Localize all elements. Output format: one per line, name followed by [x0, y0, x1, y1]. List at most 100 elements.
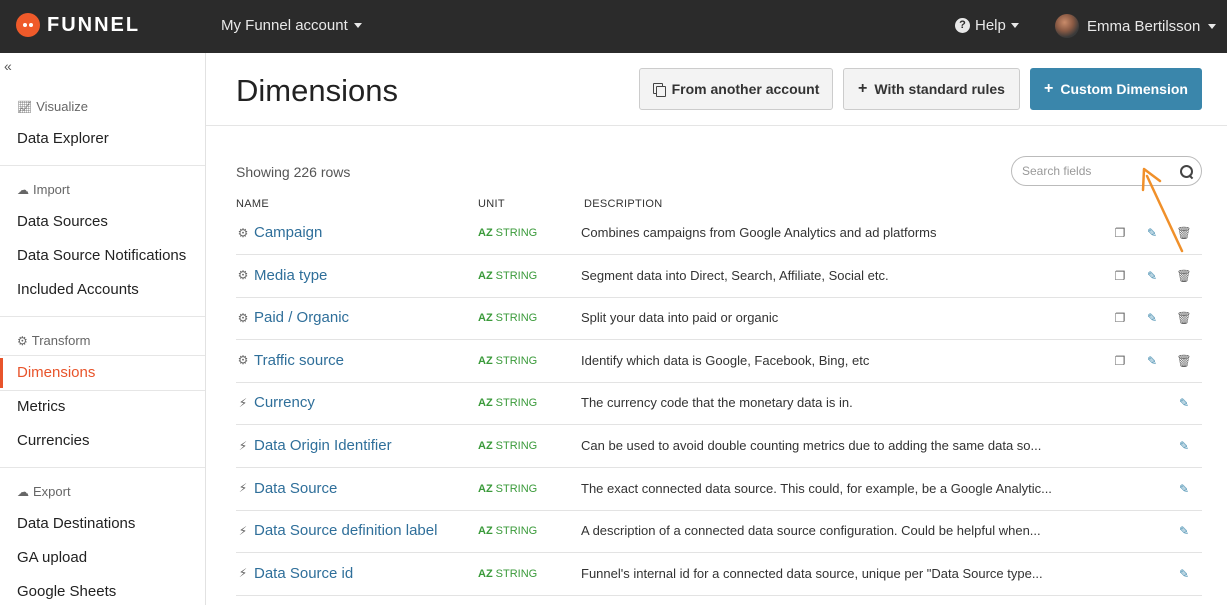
row-actions: ❐ ✎ 🗑︎ [1112, 311, 1192, 325]
from-another-account-button[interactable]: From another account [639, 68, 833, 110]
cloud-upload-icon: ☁ [17, 182, 29, 197]
plus-icon: + [1044, 80, 1054, 97]
sidebar-section-transform: ⚙ Transform [17, 333, 91, 348]
dimension-description: Identify which data is Google, Facebook,… [581, 352, 870, 368]
avatar [1055, 14, 1079, 38]
chevron-down-icon [1010, 23, 1019, 28]
table-row[interactable]: ⚙ Paid / Organic AZ STRING Split your data i… [236, 297, 1202, 341]
unit-badge: AZ STRING [478, 227, 538, 239]
top-bar: FUNNEL My Funnel account ? Help Emma Ber… [0, 0, 1227, 53]
column-header-name: NAME [236, 198, 269, 210]
annotation-arrow [1141, 167, 1184, 253]
row-actions: ✎ [1176, 567, 1192, 581]
table-row[interactable]: ⚙ Traffic source AZ STRING Identify which da… [236, 340, 1202, 383]
sidebar-divider [0, 355, 205, 356]
unit-badge: AZ STRING [478, 312, 538, 325]
sidebar-section-import: ☁ Import [17, 182, 70, 197]
trash-icon[interactable]: 🗑︎ [1176, 311, 1192, 325]
sidebar-divider [0, 316, 205, 317]
funnel-logo[interactable]: FUNNEL [16, 13, 140, 37]
pencil-icon[interactable]: ✎ [1176, 567, 1192, 581]
copy-icon [652, 82, 666, 97]
unit-badge: AZ STRING [478, 269, 538, 282]
dimension-name-link[interactable]: ⚙ Campaign [236, 224, 323, 241]
plug-icon: ⚡︎ [238, 395, 248, 410]
table-row[interactable]: ⚡︎ Currency AZ STRING The currency code that… [236, 382, 1202, 426]
main-content: Dimensions From another account + With s… [206, 53, 1227, 605]
sidebar: « 📈︎ Visualize Data Explorer ☁ Import Da… [0, 53, 206, 605]
chevron-down-icon [1208, 23, 1217, 29]
dimension-description: Can be used to avoid double counting met… [581, 438, 1042, 453]
trash-icon[interactable]: 🗑︎ [1176, 269, 1192, 283]
account-switcher[interactable]: My Funnel account [221, 17, 362, 34]
pencil-icon[interactable]: ✎ [1176, 439, 1192, 453]
sidebar-item-dimensions[interactable]: Dimensions [0, 358, 205, 388]
sidebar-item-metrics[interactable]: Metrics [0, 392, 205, 422]
help-menu[interactable]: ? Help [955, 17, 1019, 34]
pencil-icon[interactable]: ✎ [1144, 354, 1160, 368]
sidebar-item-data-explorer[interactable]: Data Explorer [0, 124, 205, 154]
dimension-name-link[interactable]: ⚡︎ Data Source [236, 480, 338, 497]
collapse-sidebar-icon[interactable]: « [4, 58, 12, 74]
plug-icon: ⚡︎ [238, 481, 248, 496]
sidebar-item-data-sources[interactable]: Data Sources [0, 207, 205, 237]
sidebar-section-visualize: 📈︎ Visualize [17, 99, 89, 114]
copy-icon[interactable]: ❐ [1112, 354, 1128, 368]
sidebar-item-currencies[interactable]: Currencies [0, 426, 205, 456]
plus-icon: + [858, 80, 868, 97]
table-row[interactable]: ⚙ Campaign AZ STRING Combines campaigns from… [236, 212, 1202, 255]
dimension-name-link[interactable]: ⚙ Paid / Organic [236, 309, 349, 326]
dimension-name-link[interactable]: ⚙ Media type [236, 267, 328, 284]
chevron-down-icon [353, 23, 362, 28]
sidebar-item-data-destinations[interactable]: Data Destinations [0, 509, 205, 539]
sidebar-item-google-sheets[interactable]: Google Sheets [0, 577, 205, 605]
sidebar-divider [0, 390, 205, 391]
dimension-name-link[interactable]: ⚡︎ Data Source definition label [236, 522, 438, 539]
plug-icon: ⚡︎ [238, 438, 248, 453]
header-divider [206, 125, 1227, 126]
sidebar-section-export: ☁ Export [17, 484, 71, 499]
table-row[interactable]: ⚡︎ Data Origin Identifier AZ STRING Can be u… [236, 425, 1202, 468]
table-row[interactable]: ⚡︎ Data Source id AZ STRING Funnel's interna… [236, 553, 1202, 596]
sidebar-item-ga-upload[interactable]: GA upload [0, 543, 205, 573]
gear-icon: ⚙ [237, 310, 249, 325]
dimension-description: A description of a connected data source… [581, 523, 1041, 539]
dimension-name-link[interactable]: ⚡︎ Data Source id [236, 565, 353, 582]
sidebar-item-data-source-notifications[interactable]: Data Source Notifications [0, 241, 205, 271]
pencil-icon[interactable]: ✎ [1176, 482, 1192, 496]
copy-icon[interactable]: ❐ [1112, 311, 1128, 325]
dimension-description: The exact connected data source. This co… [581, 480, 1052, 496]
dimension-name-link[interactable]: ⚡︎ Data Origin Identifier [236, 437, 392, 454]
dimension-description: The currency code that the monetary data… [581, 395, 853, 411]
with-standard-rules-button[interactable]: + With standard rules [843, 68, 1020, 110]
copy-icon[interactable]: ❐ [1112, 226, 1128, 240]
copy-icon[interactable]: ❐ [1112, 269, 1128, 283]
dimension-description: Funnel's internal id for a connected dat… [581, 565, 1043, 581]
row-actions: ✎ [1176, 439, 1192, 453]
table-row[interactable]: ⚡︎ Data Source definition label AZ STRING A … [236, 510, 1202, 554]
pencil-icon[interactable]: ✎ [1176, 396, 1192, 410]
trash-icon[interactable]: 🗑︎ [1176, 354, 1192, 368]
pencil-icon[interactable]: ✎ [1144, 269, 1160, 283]
unit-badge: AZ STRING [478, 482, 538, 495]
gear-icon: ⚙ [237, 353, 249, 368]
pencil-icon[interactable]: ✎ [1176, 524, 1192, 538]
row-actions: ✎ [1176, 396, 1192, 410]
dimension-name-link[interactable]: ⚙ Traffic source [236, 352, 344, 369]
user-menu[interactable]: Emma Bertilsson [1055, 14, 1217, 38]
table-row[interactable]: ⚡︎ Data Source AZ STRING The exact connected… [236, 468, 1202, 511]
column-header-unit: UNIT [478, 198, 505, 210]
unit-badge: AZ STRING [478, 354, 538, 367]
chart-icon: 📈︎ [17, 99, 33, 114]
gear-icon: ⚙ [237, 225, 249, 240]
table-row[interactable]: ⚙ Media type AZ STRING Segment data into Dir… [236, 255, 1202, 298]
unit-badge: AZ STRING [478, 567, 538, 580]
custom-dimension-button[interactable]: + Custom Dimension [1030, 68, 1202, 110]
pencil-icon[interactable]: ✎ [1144, 311, 1160, 325]
dimension-name-link[interactable]: ⚡︎ Currency [236, 394, 315, 411]
sidebar-item-included-accounts[interactable]: Included Accounts [0, 275, 205, 305]
row-actions: ✎ [1176, 482, 1192, 496]
unit-badge: AZ STRING [478, 525, 538, 538]
unit-badge: AZ STRING [478, 440, 538, 452]
row-actions: ❐ ✎ 🗑︎ [1112, 269, 1192, 283]
